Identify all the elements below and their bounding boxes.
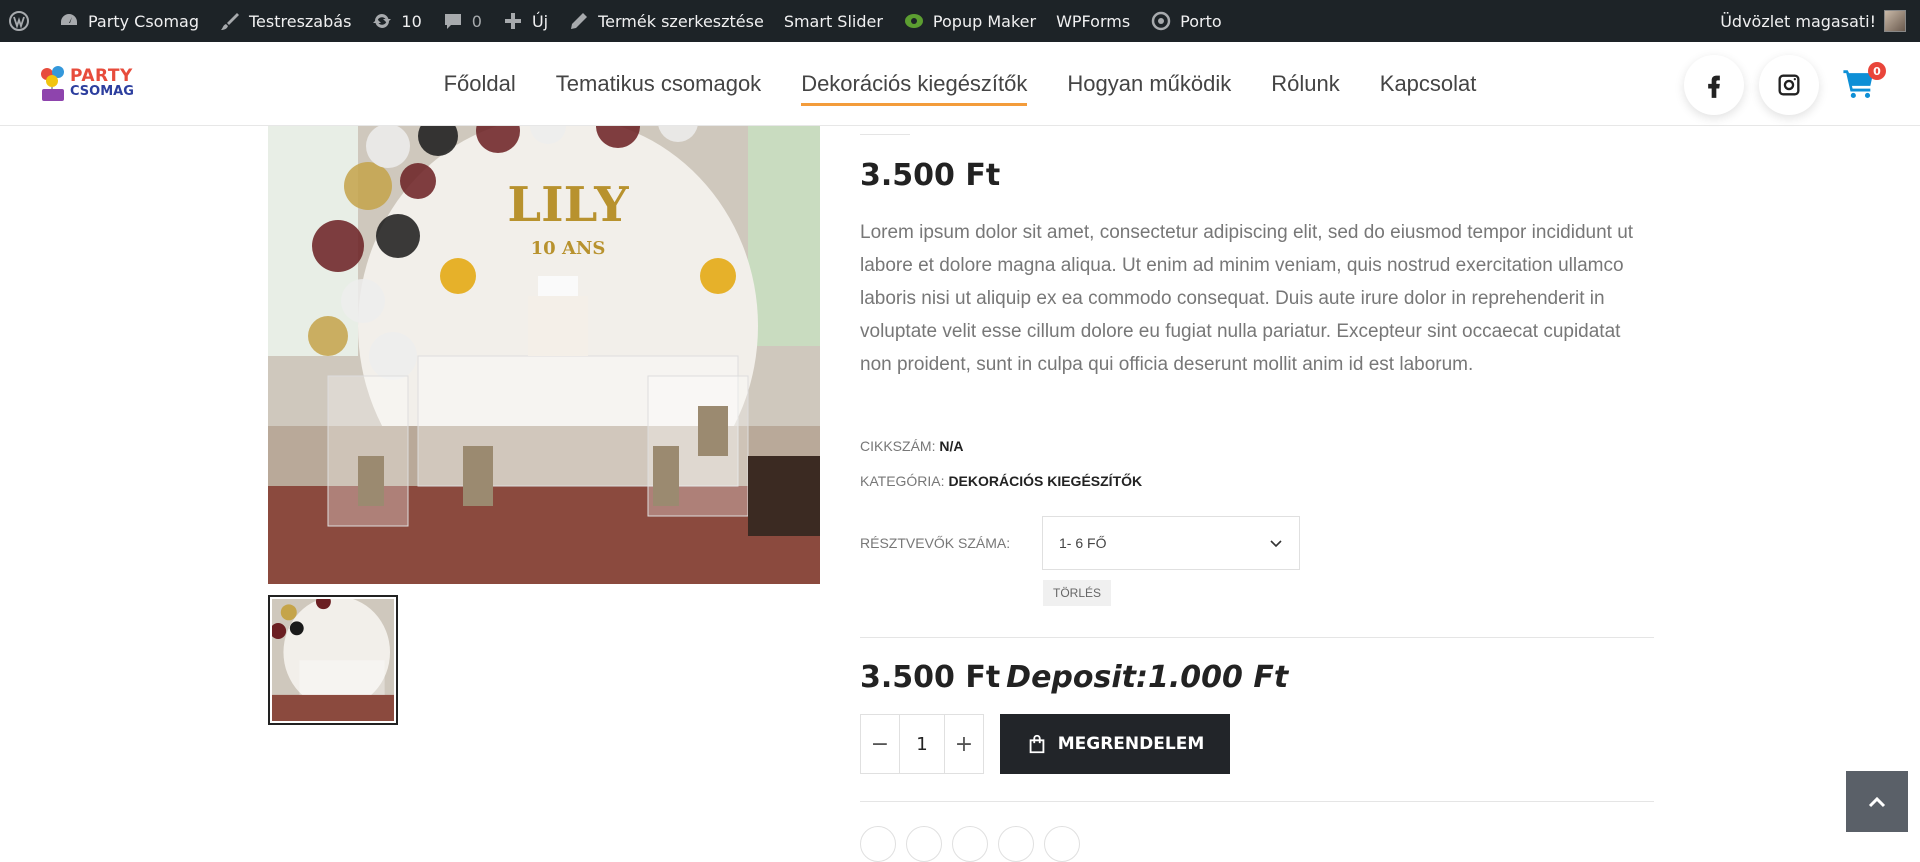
sku-label: CIKKSZÁM: (860, 438, 936, 454)
greeting-label: Üdvözlet magasati! (1720, 11, 1876, 31)
porto-label: Porto (1180, 11, 1222, 31)
site-name-label: Party Csomag (88, 11, 199, 31)
updates-icon (371, 10, 393, 32)
scroll-to-top-button[interactable] (1846, 771, 1908, 832)
quantity-input[interactable]: 1 (899, 715, 945, 773)
shopping-bag-icon (1029, 734, 1045, 754)
category-label: KATEGÓRIA: (860, 473, 945, 489)
updates-menu[interactable]: 10 (361, 0, 431, 42)
chevron-down-icon (1270, 540, 1282, 548)
brush-icon (219, 10, 241, 32)
nav-item-home[interactable]: Főoldal (424, 42, 536, 126)
pencil-icon (568, 10, 590, 32)
new-content-menu[interactable]: Új (492, 0, 558, 42)
photo-text-name: LILY (507, 177, 629, 233)
thumbnail-photo (272, 599, 394, 721)
order-button-label: MEGRENDELEM (1057, 734, 1205, 754)
share-whatsapp-button[interactable] (1044, 826, 1080, 862)
plus-icon (502, 10, 524, 32)
smart-slider-menu[interactable]: Smart Slider (774, 0, 893, 42)
site-name-menu[interactable]: Party Csomag (48, 0, 209, 42)
edit-product-link[interactable]: Termék szerkesztése (558, 0, 774, 42)
reset-variations-button[interactable]: TÖRLÉS (1043, 580, 1111, 606)
category-link[interactable]: DEKORÁCIÓS KIEGÉSZÍTŐK (948, 473, 1142, 489)
dashboard-icon (58, 10, 80, 32)
sku-value: N/A (939, 438, 964, 454)
updates-count: 10 (401, 11, 422, 31)
participants-select[interactable]: 1- 6 FŐ (1042, 516, 1300, 570)
sku-row: CIKKSZÁM: N/A (860, 438, 963, 454)
variation-price: 3.500 Ft Deposit:1.000 Ft (860, 660, 1288, 695)
share-facebook-button[interactable] (860, 826, 896, 862)
wordpress-logo-button[interactable] (0, 0, 48, 42)
share-twitter-button[interactable] (906, 826, 942, 862)
edit-product-label: Termék szerkesztése (598, 11, 764, 31)
chevron-up-icon (1868, 796, 1886, 807)
deposit-value: Deposit:1.000 Ft (1006, 660, 1289, 695)
comments-count: 0 (471, 11, 482, 31)
quantity-stepper: − 1 + (860, 714, 984, 774)
cart-button[interactable]: 0 (1842, 62, 1886, 106)
nav-item-contact[interactable]: Kapcsolat (1360, 42, 1497, 126)
wpforms-menu[interactable]: WPForms (1046, 0, 1140, 42)
popup-maker-label: Popup Maker (932, 11, 1037, 31)
comments-menu[interactable]: 0 (432, 0, 492, 42)
share-linkedin-button[interactable] (952, 826, 988, 862)
photo-text-age: 10 ANS (531, 238, 606, 259)
participants-selected-value: 1- 6 FŐ (1059, 535, 1107, 551)
product-price: 3.500 Ft (860, 158, 1001, 193)
product-thumbnail[interactable] (268, 595, 398, 725)
quantity-minus-button[interactable]: − (861, 715, 899, 773)
facebook-button[interactable] (1684, 55, 1744, 115)
popup-maker-menu[interactable]: Popup Maker (893, 0, 1046, 42)
share-divider (860, 801, 1654, 802)
wordpress-icon (8, 10, 30, 32)
nav-item-how-it-works[interactable]: Hogyan működik (1047, 42, 1251, 126)
instagram-icon (1778, 74, 1800, 96)
porto-menu[interactable]: Porto (1140, 0, 1232, 42)
nav-item-themed-packages[interactable]: Tematikus csomagok (536, 42, 781, 126)
customize-menu[interactable]: Testreszabás (209, 0, 361, 42)
variation-divider (860, 637, 1654, 638)
product-photo: LILY 10 ANS (268, 126, 820, 584)
instagram-button[interactable] (1759, 55, 1819, 115)
nav-item-decoration-accessories[interactable]: Dekorációs kiegészítők (781, 42, 1047, 126)
my-account-menu[interactable]: Üdvözlet magasati! (1710, 0, 1920, 42)
avatar (1884, 10, 1906, 32)
cart-count-badge: 0 (1868, 62, 1886, 80)
facebook-icon (1708, 75, 1720, 98)
main-navigation: Főoldal Tematikus csomagok Dekorációs ki… (0, 42, 1920, 126)
new-label: Új (531, 11, 549, 31)
variation-price-value: 3.500 Ft (860, 660, 1001, 695)
quantity-plus-button[interactable]: + (945, 715, 983, 773)
product-description: Lorem ipsum dolor sit amet, consectetur … (860, 222, 1634, 375)
category-row: KATEGÓRIA: DEKORÁCIÓS KIEGÉSZÍTŐK (860, 473, 1142, 489)
popup-maker-icon (903, 10, 925, 32)
admin-bar: Party Csomag Testreszabás 10 0 Új Termék… (0, 0, 1920, 42)
smart-slider-label: Smart Slider (783, 11, 883, 31)
site-header: PARTY CSOMAG Főoldal Tematikus csomagok … (0, 42, 1920, 126)
wpforms-label: WPForms (1056, 11, 1131, 31)
comment-icon (442, 10, 464, 32)
product-main-image[interactable]: LILY 10 ANS (268, 126, 820, 584)
porto-icon (1150, 10, 1172, 32)
title-divider (860, 134, 910, 135)
customize-label: Testreszabás (248, 11, 352, 31)
share-email-button[interactable] (998, 826, 1034, 862)
nav-item-about[interactable]: Rólunk (1251, 42, 1359, 126)
order-button[interactable]: MEGRENDELEM (1000, 714, 1230, 774)
participants-label: RÉSZTVEVŐK SZÁMA: (860, 535, 1011, 551)
